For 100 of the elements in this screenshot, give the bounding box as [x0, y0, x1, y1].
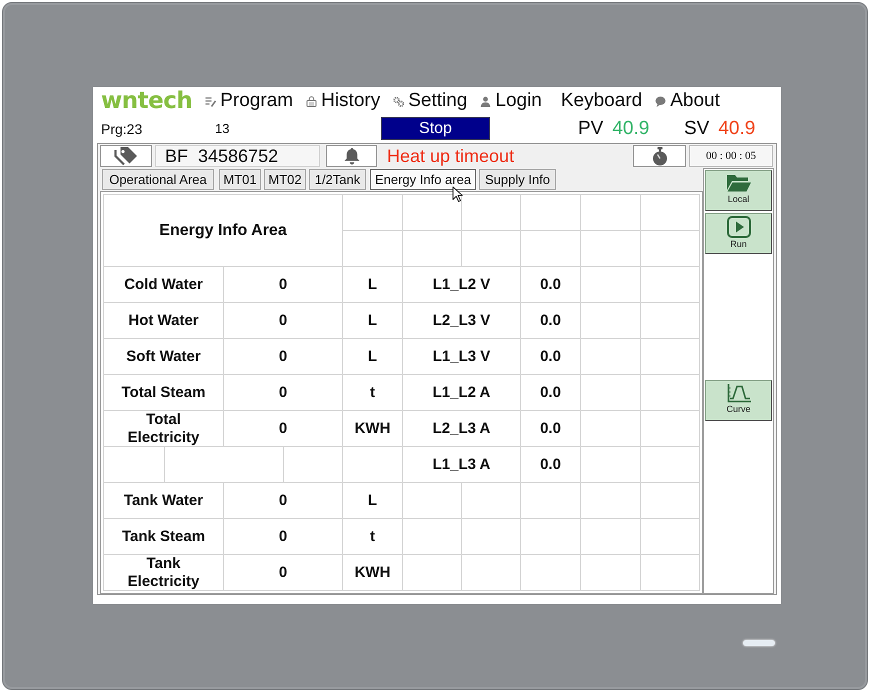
meter-value: 0 [224, 267, 343, 303]
play-icon [726, 216, 750, 238]
channel-name: L1_L2 V [403, 267, 521, 303]
empty-cell [641, 555, 700, 591]
meter-name: Tank Water [104, 483, 224, 519]
channel-name: L1_L2 A [403, 375, 521, 411]
tab[interactable]: Operational Area [102, 169, 214, 190]
empty-cell [641, 447, 700, 483]
meter-name: Total Electricity [104, 411, 224, 447]
menu-item[interactable]: Program [205, 90, 294, 112]
channel-name: L2_L3 V [403, 303, 521, 339]
empty-cell [581, 555, 641, 591]
unit-label: L [343, 339, 403, 375]
unit-label: L [343, 483, 403, 519]
toolbar-button[interactable]: Local [705, 170, 772, 211]
meter-value: 0 [224, 483, 343, 519]
tab[interactable]: 1/2Tank [309, 169, 366, 190]
menu-item[interactable]: Keyboard [560, 90, 642, 112]
empty-cell [641, 267, 700, 303]
menu-item[interactable]: About [655, 90, 720, 112]
empty-cell [641, 303, 700, 339]
folder-icon [726, 173, 752, 193]
menu-item[interactable]: History [306, 90, 380, 112]
meter-name: Cold Water [104, 267, 224, 303]
meter-value: 0 [224, 303, 343, 339]
empty-cell [581, 231, 641, 267]
menu-item[interactable]: Login [480, 90, 542, 112]
step-number: 13 [215, 121, 230, 136]
empty-cell [641, 519, 700, 555]
elapsed-time-field: 00 : 00 : 05 [689, 145, 773, 167]
channel-name: L1_L3 A [403, 447, 521, 483]
channel-name: L2_L3 A [403, 411, 521, 447]
unit-label: t [343, 519, 403, 555]
toolbar-button[interactable]: Curve [705, 380, 772, 421]
tag-button[interactable] [100, 145, 152, 167]
meter-value: 0 [224, 375, 343, 411]
channel-value: 0.0 [521, 411, 581, 447]
alarm-message: Heat up timeout [386, 145, 516, 167]
tab[interactable]: MT01 [219, 169, 261, 190]
gears-icon [393, 96, 404, 106]
run-state-button[interactable]: Stop [381, 117, 490, 140]
empty-cell [521, 555, 581, 591]
empty-cell [581, 267, 641, 303]
bell-icon [342, 147, 360, 165]
table-title: Energy Info Area [104, 195, 343, 267]
empty-cell [462, 483, 521, 519]
channel-name: L1_L3 V [403, 339, 521, 375]
batch-number-field: BF 34586752 [155, 145, 320, 167]
channel-value: 0.0 [521, 267, 581, 303]
curve-chart-icon [726, 383, 752, 403]
tab[interactable]: MT02 [264, 169, 306, 190]
unit-label: t [343, 375, 403, 411]
user-icon [480, 96, 492, 106]
unit-label: KWH [343, 411, 403, 447]
empty-cell [581, 447, 641, 483]
empty-cell [641, 375, 700, 411]
empty-cell [403, 555, 462, 591]
empty-cell [641, 231, 700, 267]
meter-value: 0 [224, 519, 343, 555]
empty-cell [403, 519, 462, 555]
indicator-light-icon [743, 640, 775, 646]
pv-label: PV [578, 118, 604, 140]
empty-cell [521, 519, 581, 555]
empty-cell [581, 339, 641, 375]
empty-cell [403, 231, 462, 267]
channel-value: 0.0 [521, 375, 581, 411]
menu-item[interactable]: Setting [393, 90, 468, 112]
meter-value: 0 [224, 555, 343, 591]
channel-value: 0.0 [521, 447, 581, 483]
empty-cell [521, 231, 581, 267]
meter-name: Tank Steam [104, 519, 224, 555]
meter-name: Tank Electricity [104, 555, 224, 591]
empty-cell [462, 555, 521, 591]
meter-name: Hot Water [104, 303, 224, 339]
empty-cell [581, 483, 641, 519]
alarm-button[interactable] [326, 145, 377, 167]
empty-cell [581, 303, 641, 339]
unit-label: L [343, 267, 403, 303]
channel-value: 0.0 [521, 339, 581, 375]
empty-cell [403, 483, 462, 519]
empty-cell [343, 447, 403, 483]
sv-value: 40.9 [718, 118, 756, 140]
lock-icon [306, 96, 318, 106]
unit-label: KWH [343, 555, 403, 591]
tab[interactable]: Supply Info [479, 169, 556, 190]
meter-value: 0 [224, 339, 343, 375]
sv-label: SV [684, 118, 710, 140]
brand-logo: wntech [101, 88, 192, 114]
timer-button[interactable] [633, 145, 686, 167]
meter-value: 0 [224, 411, 343, 447]
tag-icon [113, 146, 139, 166]
empty-cell [462, 519, 521, 555]
empty-cell [641, 411, 700, 447]
channel-value: 0.0 [521, 303, 581, 339]
pv-value: 40.9 [612, 118, 650, 140]
empty-cell [581, 519, 641, 555]
toolbar-button[interactable]: Run [705, 213, 772, 254]
empty-cell [641, 339, 700, 375]
tab[interactable]: Energy Info area [370, 169, 476, 190]
notes-icon [205, 96, 216, 106]
